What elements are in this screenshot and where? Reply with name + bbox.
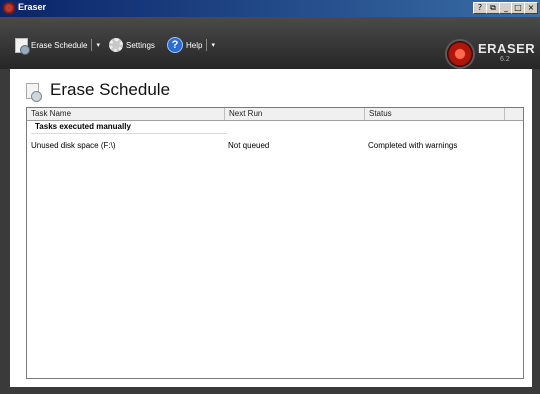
app-window: Eraser ? ⧉ _ □ × Erase Schedule ▾ Settin… [0,0,540,394]
table-row[interactable]: Unused disk space (F:\) Not queued Compl… [27,140,523,152]
status-cell: Completed with warnings [368,141,458,150]
erase-schedule-label: Erase Schedule [31,40,88,50]
settings-button[interactable]: Settings [109,37,155,53]
chevron-down-icon[interactable]: ▾ [211,41,215,49]
restore-button[interactable]: ⧉ [486,2,500,14]
toolbar-divider [206,39,208,51]
chevron-down-icon[interactable]: ▾ [96,41,100,49]
column-header-next-run[interactable]: Next Run [225,108,365,120]
next-run-cell: Not queued [228,141,270,150]
toolbar-divider [91,39,93,51]
maximize-button[interactable]: □ [511,2,525,14]
erase-schedule-icon [15,37,30,55]
help-button[interactable]: ? Help ▾ [167,37,215,53]
settings-gear-icon [109,38,123,52]
settings-label: Settings [126,40,155,50]
main-panel: Erase Schedule Task Name Next Run Status… [10,69,532,387]
list-header: Task Name Next Run Status [27,108,523,121]
schedule-page-icon [26,83,42,102]
eraser-logo-icon [447,41,473,67]
close-button[interactable]: × [524,2,538,14]
group-divider [31,133,227,134]
page-title: Erase Schedule [50,80,171,99]
column-header-task-name[interactable]: Task Name [27,108,225,120]
erase-schedule-button[interactable]: Erase Schedule ▾ [15,37,100,55]
window-title: Eraser [18,2,47,12]
logo-name: ERASER [478,41,536,56]
app-icon[interactable] [3,2,15,14]
help-icon: ? [167,37,183,53]
toolbar: Erase Schedule ▾ Settings ? Help ▾ ERASE… [0,17,540,69]
column-header-status[interactable]: Status [365,108,505,120]
logo-version: 6.2 [500,56,510,63]
task-list[interactable]: Task Name Next Run Status Tasks executed… [26,107,524,379]
task-name-cell: Unused disk space (F:\) [31,141,116,150]
help-label: Help [186,40,203,50]
group-header[interactable]: Tasks executed manually [35,122,131,131]
title-bar[interactable]: Eraser ? ⧉ _ □ × [0,0,540,17]
help-title-button[interactable]: ? [473,2,487,14]
